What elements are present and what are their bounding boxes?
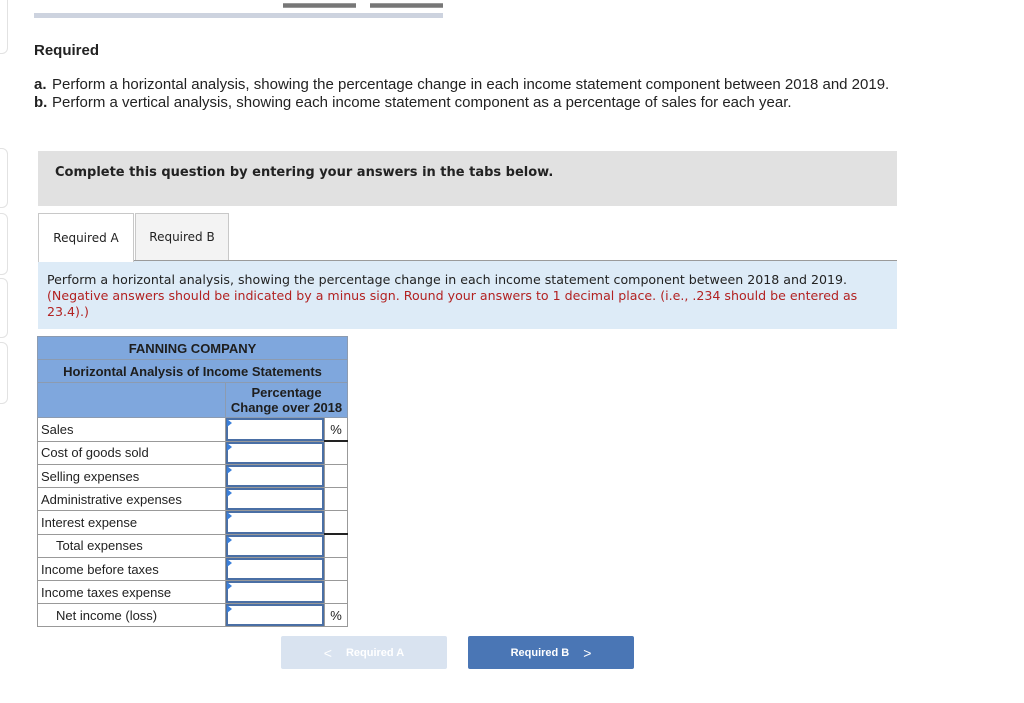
answer-cell (225, 440, 325, 465)
table-row: Income taxes expense (37, 580, 348, 604)
table-row: Total expenses (37, 533, 348, 558)
requirement-text: Perform a vertical analysis, showing eac… (52, 94, 792, 111)
percent-unit (324, 464, 348, 488)
row-label: Interest expense (37, 510, 226, 535)
percent-unit (324, 487, 348, 511)
question-prompt: Perform a horizontal analysis, showing t… (38, 261, 897, 329)
top-divider-line (283, 3, 356, 8)
percent-unit: % (324, 603, 348, 627)
percentage-change-input[interactable] (226, 534, 324, 557)
table-row: Net income (loss)% (37, 603, 348, 627)
answer-cell (225, 533, 325, 558)
table-row: Interest expense (37, 510, 348, 535)
chevron-left-icon: < (323, 644, 332, 661)
row-label: Income before taxes (37, 557, 226, 581)
row-label: Cost of goods sold (37, 440, 226, 465)
side-panel-card (0, 278, 8, 338)
requirements-list: a. Perform a horizontal analysis, showing… (34, 76, 889, 112)
row-label: Sales (37, 417, 226, 442)
percentage-change-input[interactable] (226, 511, 324, 534)
requirement-text: Perform a horizontal analysis, showing t… (52, 76, 890, 93)
top-divider-line (370, 3, 443, 8)
percentage-change-input[interactable] (226, 465, 324, 487)
answer-cell (225, 557, 325, 581)
row-label: Total expenses (37, 533, 226, 558)
requirement-item-b: b. Perform a vertical analysis, showing e… (34, 94, 889, 112)
table-row: Administrative expenses (37, 487, 348, 511)
answer-cell (225, 487, 325, 511)
percentage-change-input[interactable] (226, 441, 324, 464)
percentage-change-input[interactable] (226, 581, 324, 603)
input-flag-icon (227, 419, 232, 427)
horizontal-analysis-table: FANNING COMPANY Horizontal Analysis of I… (37, 336, 348, 627)
percentage-change-input[interactable] (226, 488, 324, 510)
input-flag-icon (227, 582, 232, 590)
next-required-b-button[interactable]: Required B > (468, 636, 634, 669)
row-label: Selling expenses (37, 464, 226, 488)
percentage-change-input[interactable] (226, 558, 324, 580)
side-panel-card (0, 148, 8, 208)
requirement-item-a: a. Perform a horizontal analysis, showing… (34, 76, 889, 94)
answer-cell (225, 580, 325, 604)
percent-unit (324, 533, 348, 558)
prompt-main: Perform a horizontal analysis, showing t… (47, 272, 848, 287)
percent-unit (324, 440, 348, 465)
prompt-text: Perform a horizontal analysis, showing t… (47, 272, 892, 320)
answer-cell (225, 510, 325, 535)
row-label: Administrative expenses (37, 487, 226, 511)
side-panel-card (0, 342, 8, 404)
percent-unit (324, 580, 348, 604)
row-label: Income taxes expense (37, 580, 226, 604)
instructions-text: Complete this question by entering your … (55, 165, 554, 180)
prev-button-label: Required A (345, 646, 405, 659)
prev-required-a-button[interactable]: < Required A (281, 636, 447, 669)
table-title: Horizontal Analysis of Income Statements (37, 359, 348, 383)
input-flag-icon (227, 535, 232, 544)
required-heading: Required (34, 42, 100, 59)
percentage-change-input[interactable] (226, 418, 324, 441)
percent-unit (324, 557, 348, 581)
answer-cell (225, 417, 325, 442)
percent-unit (324, 510, 348, 535)
company-name: FANNING COMPANY (37, 336, 348, 360)
table-row: Cost of goods sold (37, 440, 348, 465)
label-column-header (37, 382, 226, 418)
input-flag-icon (227, 442, 232, 451)
requirement-marker: a. (34, 76, 47, 93)
table-row: Selling expenses (37, 464, 348, 488)
input-flag-icon (227, 489, 232, 497)
table-row: Sales% (37, 417, 348, 442)
answer-cell (225, 464, 325, 488)
side-panel-card (0, 0, 8, 54)
tab-required-b[interactable]: Required B (135, 213, 229, 260)
next-button-label: Required B (510, 646, 570, 659)
table-row: Income before taxes (37, 557, 348, 581)
side-panel-card (0, 213, 8, 275)
input-flag-icon (227, 559, 232, 567)
percentage-column-header: Percentage Change over 2018 (225, 382, 348, 418)
percentage-change-input[interactable] (226, 604, 324, 626)
tab-required-a[interactable]: Required A (38, 213, 134, 262)
input-flag-icon (227, 512, 232, 520)
requirement-marker: b. (34, 94, 48, 111)
chevron-right-icon: > (583, 644, 592, 661)
input-flag-icon (227, 605, 232, 613)
row-label: Net income (loss) (37, 603, 226, 627)
instructions-banner: Complete this question by entering your … (38, 151, 897, 206)
answer-cell (225, 603, 325, 627)
top-progress-bar (34, 13, 443, 18)
input-flag-icon (227, 466, 232, 474)
percent-unit: % (324, 417, 348, 442)
prompt-note: (Negative answers should be indicated by… (47, 288, 858, 319)
